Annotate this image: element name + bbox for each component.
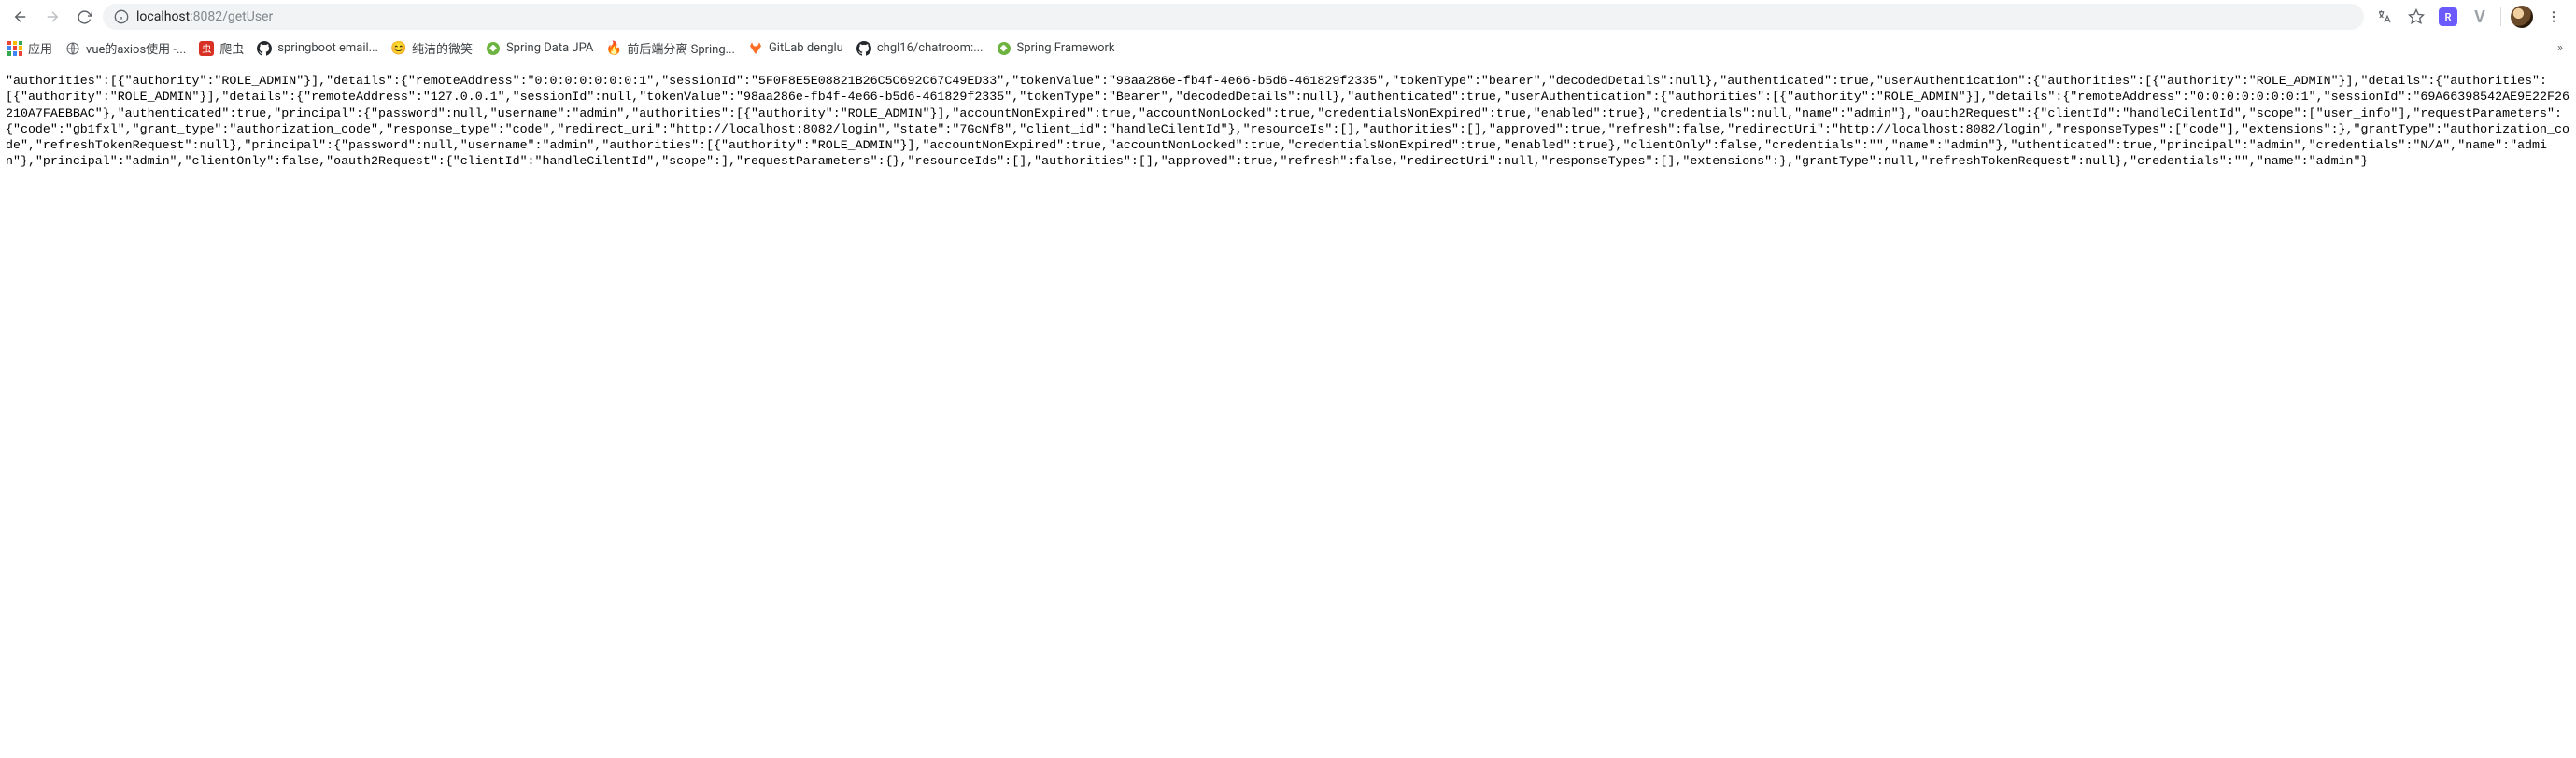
bookmark-spring-data-jpa[interactable]: Spring Data JPA xyxy=(486,41,593,56)
smile-icon: 😊 xyxy=(391,41,406,56)
github-icon xyxy=(257,41,272,56)
bookmark-springboot-email[interactable]: springboot email... xyxy=(257,41,378,56)
profile-avatar[interactable] xyxy=(2511,6,2533,28)
apps-label: 应用 xyxy=(28,39,52,57)
url-host: localhost xyxy=(136,9,190,24)
bookmark-chgl16-chatroom[interactable]: chgl16/chatroom:... xyxy=(856,41,984,56)
toolbar-right: R V xyxy=(2370,6,2569,28)
bug-icon: 虫 xyxy=(199,41,214,56)
url-path: :8082/getUser xyxy=(190,9,273,24)
apps-grid-icon xyxy=(7,41,22,56)
bookmark-frontend-backend-spring[interactable]: 🔥 前后端分离 Spring... xyxy=(606,39,735,57)
bookmark-label: springboot email... xyxy=(277,41,378,55)
bookmarks-overflow-button[interactable]: » xyxy=(2552,41,2569,55)
bookmark-label: Spring Data JPA xyxy=(506,41,593,55)
bookmark-label: 前后端分离 Spring... xyxy=(627,39,735,57)
bookmark-smile[interactable]: 😊 纯洁的微笑 xyxy=(391,39,473,57)
back-button[interactable] xyxy=(7,4,34,30)
spring-icon xyxy=(486,41,501,56)
bookmark-label: GitLab denglu xyxy=(769,41,843,55)
translate-icon[interactable] xyxy=(2373,6,2396,28)
bookmarks-bar: 应用 vue的axios使用 -... 虫 爬虫 springboot emai… xyxy=(0,34,2576,63)
forward-button[interactable] xyxy=(39,4,65,30)
site-info-icon[interactable] xyxy=(114,9,129,24)
extension-v-icon[interactable]: V xyxy=(2469,6,2491,28)
github-icon xyxy=(856,41,871,56)
globe-icon xyxy=(65,41,80,56)
bookmark-gitlab-denglu[interactable]: GitLab denglu xyxy=(748,41,843,56)
bookmark-label: Spring Framework xyxy=(1017,41,1115,55)
bookmark-label: chgl16/chatroom:... xyxy=(877,41,984,55)
url-text: localhost:8082/getUser xyxy=(136,9,273,24)
bookmark-spring-framework[interactable]: Spring Framework xyxy=(997,41,1115,56)
bookmark-label: 爬虫 xyxy=(219,39,244,57)
response-body: "authorities":[{"authority":"ROLE_ADMIN"… xyxy=(0,63,2576,179)
browser-toolbar: localhost:8082/getUser R V xyxy=(0,0,2576,34)
address-bar[interactable]: localhost:8082/getUser xyxy=(103,4,2364,30)
fire-icon: 🔥 xyxy=(606,41,621,56)
apps-button[interactable]: 应用 xyxy=(7,39,52,57)
reload-button[interactable] xyxy=(71,4,97,30)
bookmark-star-icon[interactable] xyxy=(2405,6,2427,28)
bookmark-label: 纯洁的微笑 xyxy=(412,39,473,57)
spring-icon xyxy=(997,41,1012,56)
bookmark-pachong[interactable]: 虫 爬虫 xyxy=(199,39,244,57)
gitlab-icon xyxy=(748,41,763,56)
bookmark-vue-axios[interactable]: vue的axios使用 -... xyxy=(65,39,186,57)
extension-r-icon[interactable]: R xyxy=(2437,6,2459,28)
bookmark-label: vue的axios使用 -... xyxy=(86,39,186,57)
menu-icon[interactable] xyxy=(2542,6,2565,28)
toolbar-divider xyxy=(2500,7,2501,26)
